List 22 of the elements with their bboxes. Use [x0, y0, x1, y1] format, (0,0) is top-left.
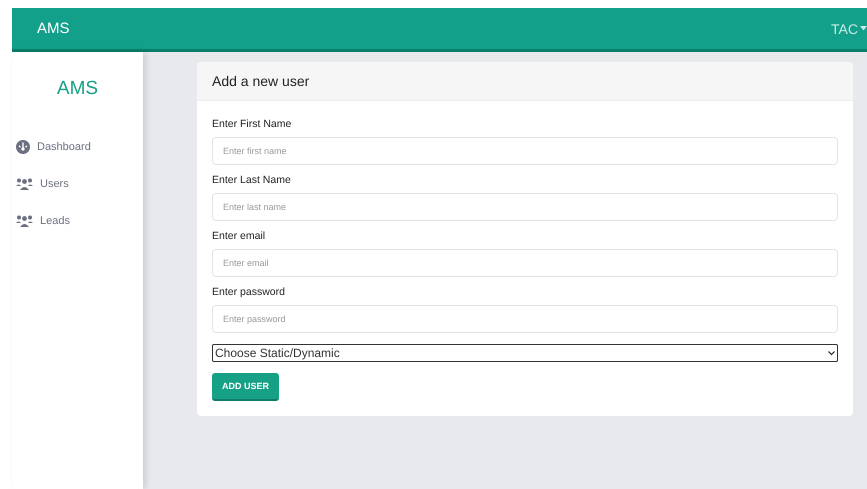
caret-icon — [860, 26, 867, 31]
input-field[interactable]: Enter first name — [212, 137, 838, 165]
field-label: Enter email — [212, 230, 266, 244]
sidebar-item[interactable]: Dashboard — [12, 128, 143, 165]
input-field[interactable]: Enter password — [212, 305, 838, 333]
sidebar-item[interactable]: Leads — [12, 202, 143, 239]
chevron-icon — [828, 350, 835, 356]
field-label: Enter Last Name — [212, 174, 292, 188]
brand-title: AMS — [37, 20, 70, 37]
user-menu[interactable]: TAC — [831, 20, 867, 36]
sidebar-item[interactable]: Users — [12, 165, 143, 202]
gauge-icon — [16, 140, 30, 154]
people-icon — [16, 214, 33, 226]
card-title: Add a new user — [212, 73, 310, 89]
input-field[interactable]: Enter email — [212, 249, 838, 277]
select-field[interactable]: Choose Static/Dynamic — [212, 344, 838, 362]
field-label: Enter First Name — [212, 118, 292, 132]
field-label: Enter password — [212, 286, 286, 300]
add-user-button[interactable]: ADD USER — [212, 373, 280, 401]
sidebar-title: AMS — [56, 78, 100, 100]
input-field[interactable]: Enter last name — [212, 193, 838, 221]
people-icon — [16, 178, 33, 190]
